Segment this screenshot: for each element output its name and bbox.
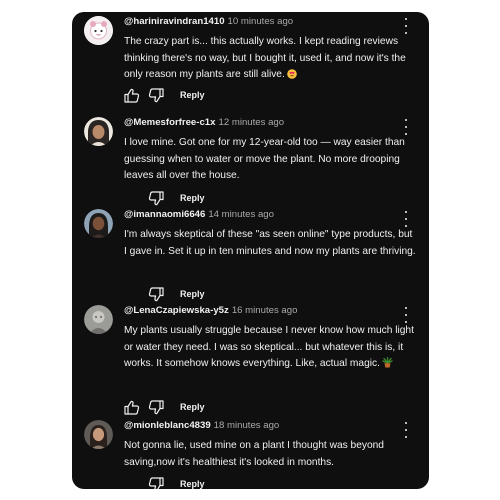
dislike-icon[interactable]	[148, 477, 164, 489]
comment-text: The crazy part is... this actually works…	[124, 34, 416, 86]
reply-button[interactable]: Reply	[180, 402, 205, 412]
more-options-icon[interactable]	[403, 422, 409, 438]
comment-timestamp[interactable]: 14 minutes ago	[208, 209, 274, 220]
comment-timestamp[interactable]: 16 minutes ago	[232, 305, 298, 316]
dislike-icon[interactable]	[148, 191, 164, 211]
comment-text: My plants usually struggle because I nev…	[124, 323, 416, 375]
comment-timestamp[interactable]: 18 minutes ago	[214, 420, 280, 431]
like-icon[interactable]	[124, 400, 140, 420]
comment-timestamp[interactable]: 12 minutes ago	[218, 117, 284, 128]
reply-button[interactable]: Reply	[180, 479, 205, 489]
avatar[interactable]	[84, 305, 113, 334]
avatar[interactable]	[84, 117, 113, 146]
dislike-icon[interactable]	[148, 287, 164, 307]
reply-button[interactable]: Reply	[180, 90, 205, 100]
comment-author[interactable]: @imannaomi6646	[124, 209, 205, 220]
comment-author[interactable]: @LenaCzapiewska-y5z	[124, 305, 229, 316]
reply-button[interactable]: Reply	[180, 289, 205, 299]
reply-button[interactable]: Reply	[180, 193, 205, 203]
more-options-icon[interactable]	[403, 18, 409, 34]
comment-text: I love mine. Got one for my 12-year-old …	[124, 137, 405, 181]
heart-eyes-emoji	[287, 69, 297, 86]
dislike-icon[interactable]	[148, 400, 164, 420]
comment-author[interactable]: @hariniravindran1410	[124, 16, 225, 27]
comment-author[interactable]: @Memesforfree-c1x	[124, 117, 215, 128]
avatar[interactable]	[84, 16, 113, 45]
comment-text: I'm always skeptical of these "as seen o…	[124, 229, 416, 257]
comment-text: Not gonna lie, used mine on a plant I th…	[124, 440, 384, 468]
dislike-icon[interactable]	[148, 88, 164, 108]
comment-author[interactable]: @mionleblanc4839	[124, 420, 211, 431]
more-options-icon[interactable]	[403, 211, 409, 227]
comment-timestamp[interactable]: 10 minutes ago	[228, 16, 294, 27]
avatar[interactable]	[84, 420, 113, 449]
avatar[interactable]	[84, 209, 113, 238]
more-options-icon[interactable]	[403, 307, 409, 323]
comments-panel: @hariniravindran1410 10 minutes ago The c…	[72, 12, 429, 489]
potted-plant-emoji	[382, 357, 393, 375]
more-options-icon[interactable]	[403, 119, 409, 135]
like-icon[interactable]	[124, 88, 140, 108]
